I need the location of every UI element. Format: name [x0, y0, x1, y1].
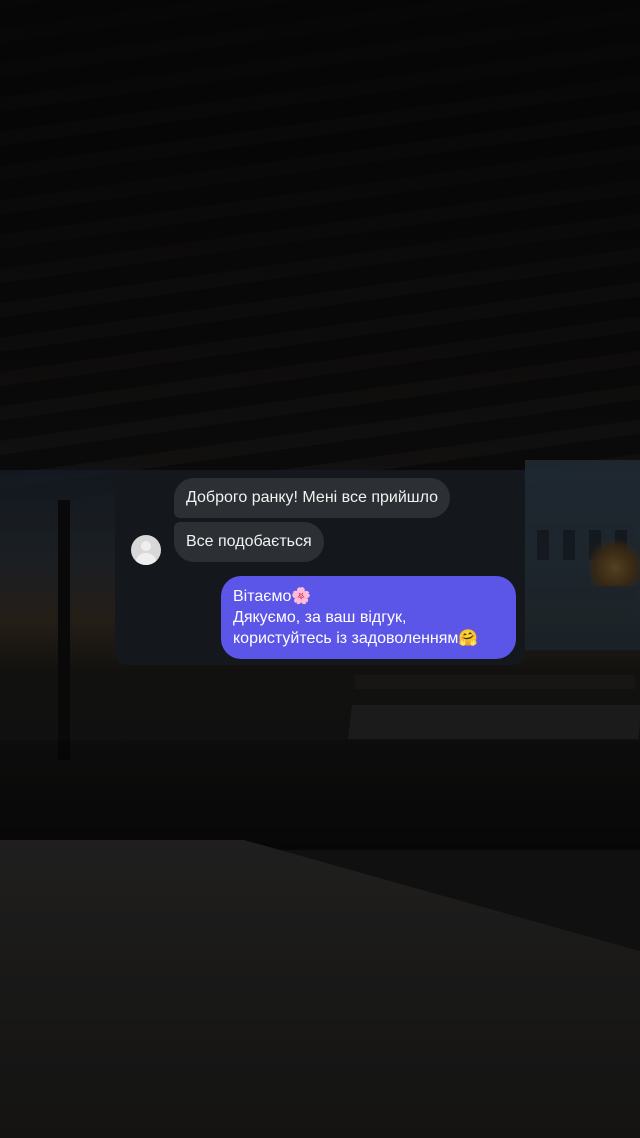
avatar-body-icon — [136, 553, 156, 565]
incoming-message: Доброго ранку! Мені все прийшло — [174, 478, 450, 518]
outgoing-message-line: користуйтесь із задоволенням🤗 — [233, 630, 479, 647]
incoming-message: Все подобається — [174, 522, 324, 562]
avatar-head-icon — [141, 541, 151, 551]
outgoing-message-line: Вітаємо🌸 — [233, 588, 312, 605]
story-background: Доброго ранку! Мені все прийшло Все подо… — [0, 0, 640, 1138]
outgoing-message: Вітаємо🌸 Дякуємо, за ваш відгук, користу… — [221, 576, 516, 659]
outgoing-message-line: Дякуємо, за ваш відгук, — [233, 609, 407, 626]
avatar — [131, 535, 161, 565]
